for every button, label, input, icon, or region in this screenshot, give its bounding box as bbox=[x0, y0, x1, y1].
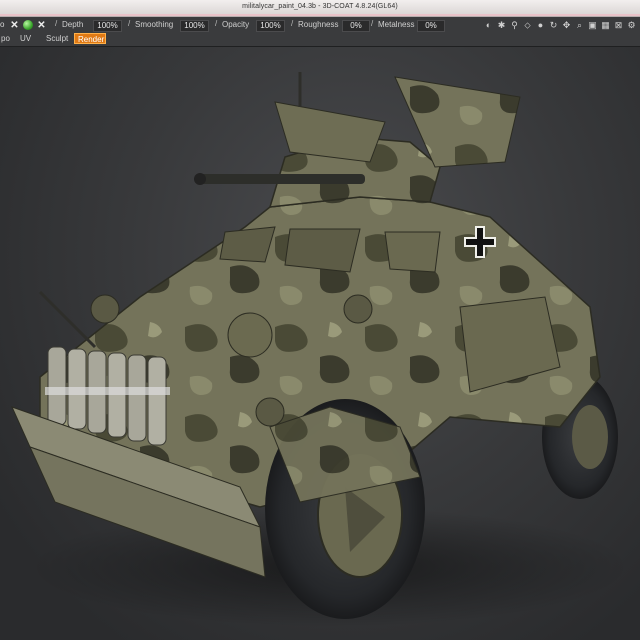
material-ball-icon[interactable] bbox=[23, 20, 33, 30]
frame-icon[interactable]: ▣ bbox=[588, 20, 597, 31]
armored-car-model[interactable] bbox=[0, 47, 640, 640]
navigation-icon[interactable]: ◐ bbox=[484, 20, 493, 31]
zoom-icon[interactable]: ⌕ bbox=[575, 20, 584, 31]
move-icon[interactable]: ✥ bbox=[562, 20, 571, 31]
metalness-value[interactable]: 0% bbox=[417, 20, 445, 32]
opacity-value[interactable]: 100% bbox=[256, 20, 285, 32]
tool-options-bar: o ✕ ✕ / Depth 100% / Smoothing 100% / Op… bbox=[0, 17, 640, 47]
tab-sculpt[interactable]: Sculpt bbox=[43, 33, 71, 44]
tab-render[interactable]: Render bbox=[74, 33, 106, 44]
drop-icon[interactable]: ● bbox=[536, 20, 545, 31]
settings-icon[interactable]: ⚙ bbox=[627, 20, 636, 31]
window-title: militalycar_paint_04.3b - 3D-COAT 4.8.24… bbox=[242, 3, 398, 10]
viewport-tools: ◐ ✱ ⚲ ⬦ ● ↻ ✥ ⌕ ▣ ▦ ⊠ ⚙ bbox=[484, 20, 636, 32]
pen-icon: / bbox=[128, 19, 131, 28]
opacity-label: Opacity bbox=[222, 20, 250, 29]
depth-label: Depth bbox=[62, 20, 84, 29]
pin-icon[interactable]: ⚲ bbox=[510, 20, 519, 31]
pen-icon: / bbox=[371, 19, 374, 28]
pen-icon: / bbox=[55, 19, 58, 28]
tab-po[interactable]: po bbox=[0, 33, 13, 44]
fill-icon[interactable]: ⬦ bbox=[523, 20, 532, 31]
toolbar-stub: o bbox=[0, 20, 5, 29]
depth-value[interactable]: 100% bbox=[93, 20, 122, 32]
tab-uv[interactable]: UV bbox=[17, 33, 34, 44]
metalness-label: Metalness bbox=[378, 20, 415, 29]
smoothing-value[interactable]: 100% bbox=[180, 20, 209, 32]
roughness-value[interactable]: 0% bbox=[342, 20, 370, 32]
3d-viewport[interactable] bbox=[0, 47, 640, 640]
pen-icon: / bbox=[291, 19, 294, 28]
rotate-icon[interactable]: ↻ bbox=[549, 20, 558, 31]
window-title-bar: militalycar_paint_04.3b - 3D-COAT 4.8.24… bbox=[0, 0, 640, 17]
close-x-icon[interactable]: ✕ bbox=[9, 20, 20, 31]
pen-icon: / bbox=[215, 19, 218, 28]
light-icon[interactable]: ✱ bbox=[497, 20, 506, 31]
grid-icon[interactable]: ▦ bbox=[601, 20, 610, 31]
roughness-label: Roughness bbox=[298, 20, 339, 29]
close-x-icon-2[interactable]: ✕ bbox=[36, 20, 47, 31]
smoothing-label: Smoothing bbox=[135, 20, 174, 29]
snap-icon[interactable]: ⊠ bbox=[614, 20, 623, 31]
